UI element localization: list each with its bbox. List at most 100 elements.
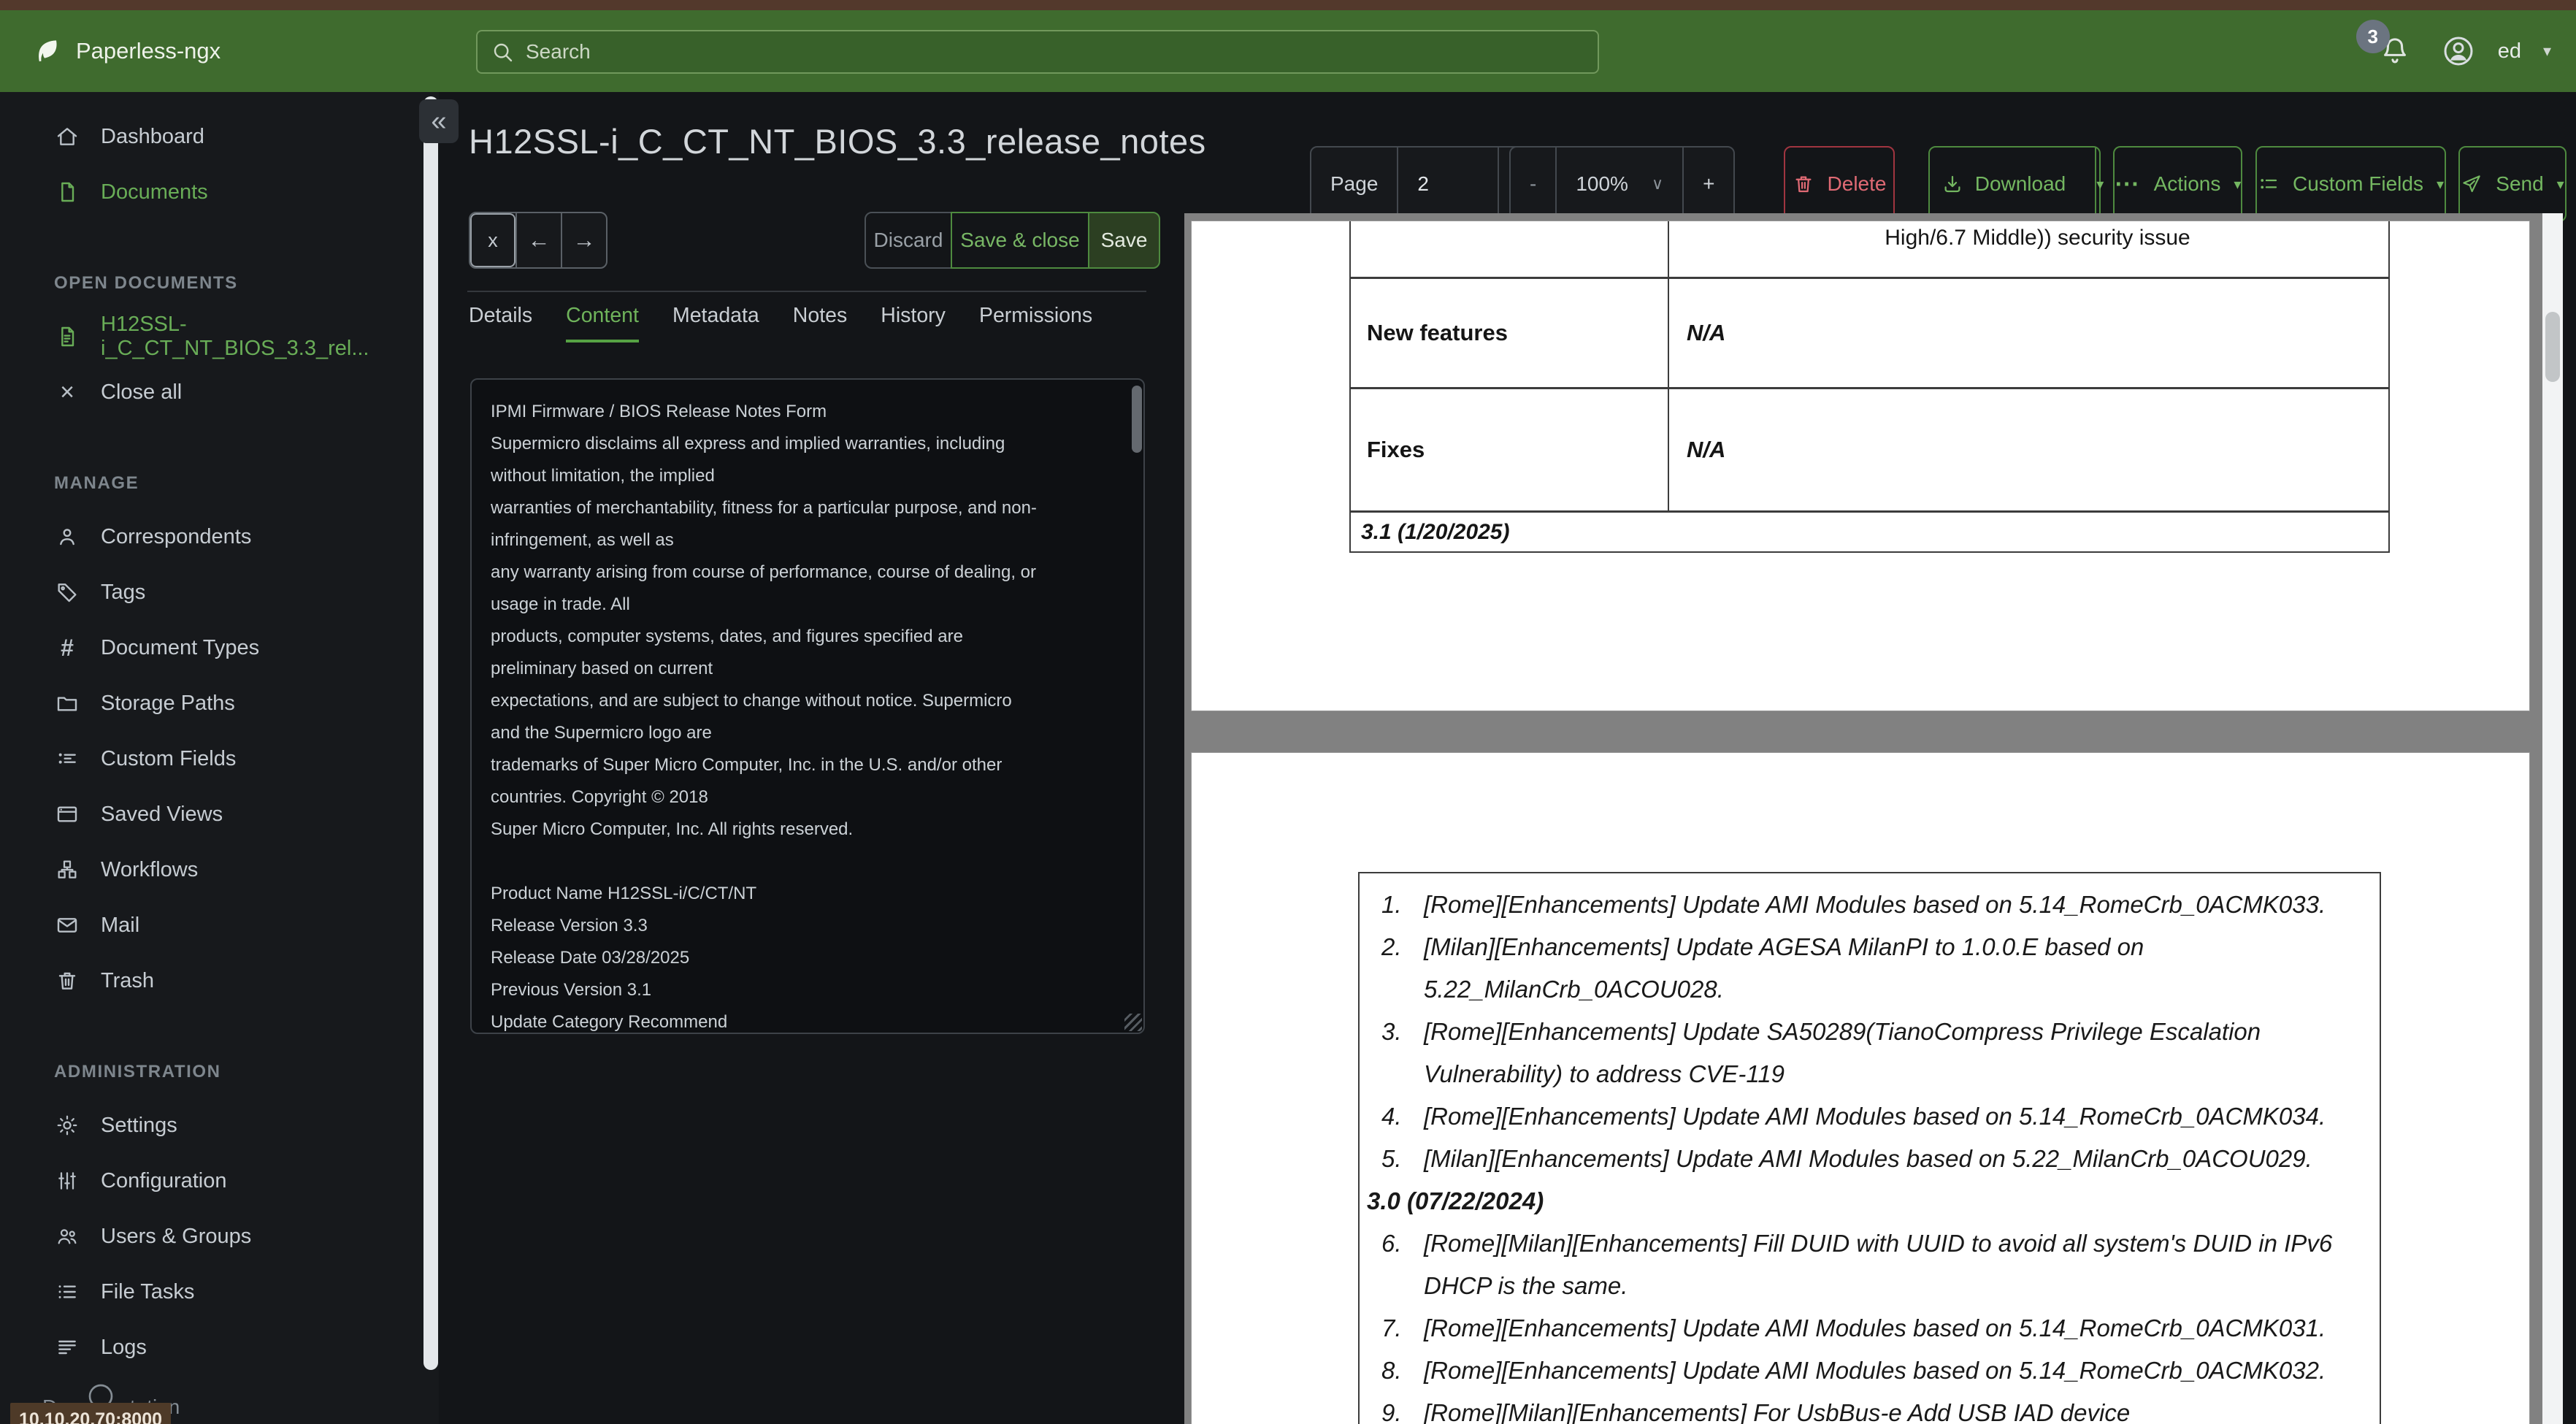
pdf-scrollbar-track[interactable] [2542, 213, 2563, 1424]
search-icon [491, 40, 514, 64]
search-input[interactable] [526, 40, 1584, 64]
sidebar-item-label: Saved Views [101, 802, 223, 826]
user-menu-caret-icon: ▾ [2542, 42, 2551, 60]
send-button[interactable]: Send ▾ [2458, 146, 2567, 222]
tab-history[interactable]: History [881, 304, 946, 342]
list-item: 5. [Milan][Enhancements] Update AMI Modul… [1381, 1145, 2312, 1172]
custom-fields-button[interactable]: Custom Fields ▾ [2255, 146, 2446, 222]
zoom-in-button[interactable]: + [1682, 148, 1733, 221]
tab-permissions[interactable]: Permissions [979, 304, 1092, 342]
paperless-app-window: Paperless-ngx 3 ed ▾ [0, 0, 2576, 1424]
tab-content[interactable]: Content [566, 304, 639, 342]
sidebar-item-label: Document Types [101, 635, 260, 659]
sidebar-item-label: Users & Groups [101, 1224, 252, 1248]
pdf-page-1: High/6.7 Middle)) security issue New fea… [1191, 221, 2530, 711]
person-icon [54, 525, 80, 548]
table-row: Fixes N/A [1351, 387, 2388, 510]
document-content-textarea[interactable]: IPMI Firmware / BIOS Release Notes Form … [470, 378, 1145, 1034]
sidebar-item-tags[interactable]: Tags [0, 570, 439, 615]
textarea-scrollbar-thumb[interactable] [1132, 386, 1142, 453]
avatar[interactable] [2441, 34, 2476, 69]
sidebar-item-settings[interactable]: Settings [0, 1103, 439, 1148]
custom-fields-label: Custom Fields [2293, 172, 2423, 195]
list-item: 2. [Milan][Enhancements] Update AGESA Mil… [1381, 933, 2144, 960]
sidebar-item-dashboard[interactable]: Dashboard [0, 114, 439, 159]
textarea-resize-handle[interactable] [1124, 1014, 1142, 1031]
download-menu-caret[interactable]: ▾ [2095, 148, 2104, 221]
sidebar-item-workflows[interactable]: Workflows [0, 847, 439, 892]
delete-button[interactable]: Delete [1784, 146, 1895, 222]
send-icon [2461, 173, 2483, 195]
brand[interactable]: Paperless-ngx [32, 37, 221, 66]
notifications-button[interactable]: 3 [2355, 20, 2412, 68]
collapse-sidebar-button[interactable]: « [419, 99, 459, 143]
save-button[interactable]: Save [1088, 212, 1160, 269]
sidebar-item-mail[interactable]: Mail [0, 903, 439, 948]
trash-icon [1793, 173, 1814, 195]
sidebar-close-all[interactable]: × Close all [0, 370, 439, 415]
sidebar-item-file-tasks[interactable]: File Tasks [0, 1269, 439, 1314]
pdf-scrollbar-thumb[interactable] [2545, 312, 2560, 382]
next-document-button[interactable]: → [561, 213, 606, 267]
delete-label: Delete [1827, 172, 1887, 195]
sidebar-item-saved-views[interactable]: Saved Views [0, 792, 439, 837]
tab-notes[interactable]: Notes [793, 304, 847, 342]
close-document-button[interactable]: x [470, 213, 515, 267]
chevron-down-icon: ∨ [1651, 175, 1664, 193]
save-and-close-button[interactable]: Save & close [951, 212, 1089, 269]
custom-fields-icon [54, 747, 80, 770]
zoom-level-value: 100% [1576, 172, 1628, 195]
table-cell-value: N/A [1687, 437, 1726, 462]
table-cell [1351, 221, 1669, 277]
close-icon: × [60, 378, 74, 406]
table-version-row: 3.1 (1/20/2025) [1351, 510, 2388, 551]
actions-label: Actions [2153, 172, 2221, 195]
pdf-page-2: 1. [Rome][Enhancements] Update AMI Module… [1191, 752, 2530, 1424]
sidebar-item-logs[interactable]: Logs [0, 1325, 439, 1370]
sidebar-item-label: Correspondents [101, 524, 252, 548]
global-search[interactable] [476, 30, 1599, 74]
actions-button[interactable]: ⋯ Actions ▾ [2113, 146, 2242, 222]
notification-count-badge: 3 [2355, 20, 2390, 53]
page-label: Page [1330, 172, 1379, 195]
sidebar-scrollbar[interactable] [423, 96, 438, 1370]
sidebar-item-trash[interactable]: Trash [0, 958, 439, 1003]
open-documents-header: OPEN DOCUMENTS [54, 273, 238, 293]
sidebar-item-documents[interactable]: Documents [0, 169, 439, 215]
sidebar-open-document[interactable]: H12SSL-i_C_CT_NT_BIOS_3.3_rel... [0, 313, 439, 360]
tab-details[interactable]: Details [469, 304, 532, 342]
home-icon [54, 125, 80, 148]
sidebar-item-label: Settings [101, 1113, 177, 1137]
boxes-icon [54, 858, 80, 881]
sidebar-item-storage-paths[interactable]: Storage Paths [0, 681, 439, 726]
sidebar-item-configuration[interactable]: Configuration [0, 1158, 439, 1203]
navbar-right: 3 ed ▾ [2355, 20, 2551, 69]
list-item: 8. [Rome][Enhancements] Update AMI Module… [1381, 1357, 2326, 1384]
sidebar-item-users-groups[interactable]: Users & Groups [0, 1214, 439, 1259]
download-split-button: Download ▾ [1925, 146, 2104, 222]
table-cell-value: N/A [1687, 320, 1726, 345]
sidebar-item-document-types[interactable]: # Document Types [0, 625, 439, 670]
sidebar-item-custom-fields[interactable]: Custom Fields [0, 736, 439, 781]
page-number-input[interactable] [1417, 172, 1479, 196]
tab-metadata[interactable]: Metadata [672, 304, 759, 342]
list-item-continuation: 5.22_MilanCrb_0ACOU028. [1424, 976, 1724, 1003]
custom-fields-icon [2258, 173, 2280, 195]
table-cell: High/6.7 Middle)) security issue [1885, 226, 2190, 250]
user-menu[interactable]: ed [2498, 39, 2521, 64]
arrow-left-icon: ← [527, 227, 551, 253]
discard-button[interactable]: Discard [865, 212, 952, 269]
manage-header: MANAGE [54, 473, 139, 493]
zoom-level-select[interactable]: 100% ∨ [1555, 148, 1682, 221]
version-heading: 3.0 (07/22/2024) [1367, 1187, 1544, 1214]
close-icon: x [488, 229, 498, 251]
pdf-preview-pane[interactable]: High/6.7 Middle)) security issue New fea… [1184, 213, 2563, 1424]
download-button[interactable]: Download [1925, 148, 2082, 221]
zoom-out-button[interactable]: - [1511, 148, 1555, 221]
page-number-cell [1397, 148, 1498, 221]
top-navbar: Paperless-ngx 3 ed ▾ [0, 10, 2576, 92]
sidebar-item-correspondents[interactable]: Correspondents [0, 514, 439, 559]
list-item: 9. [Rome][Milan][Enhancements] For UsbBus… [1381, 1399, 2131, 1424]
caret-down-icon: ▾ [2096, 176, 2104, 193]
previous-document-button[interactable]: ← [515, 213, 561, 267]
